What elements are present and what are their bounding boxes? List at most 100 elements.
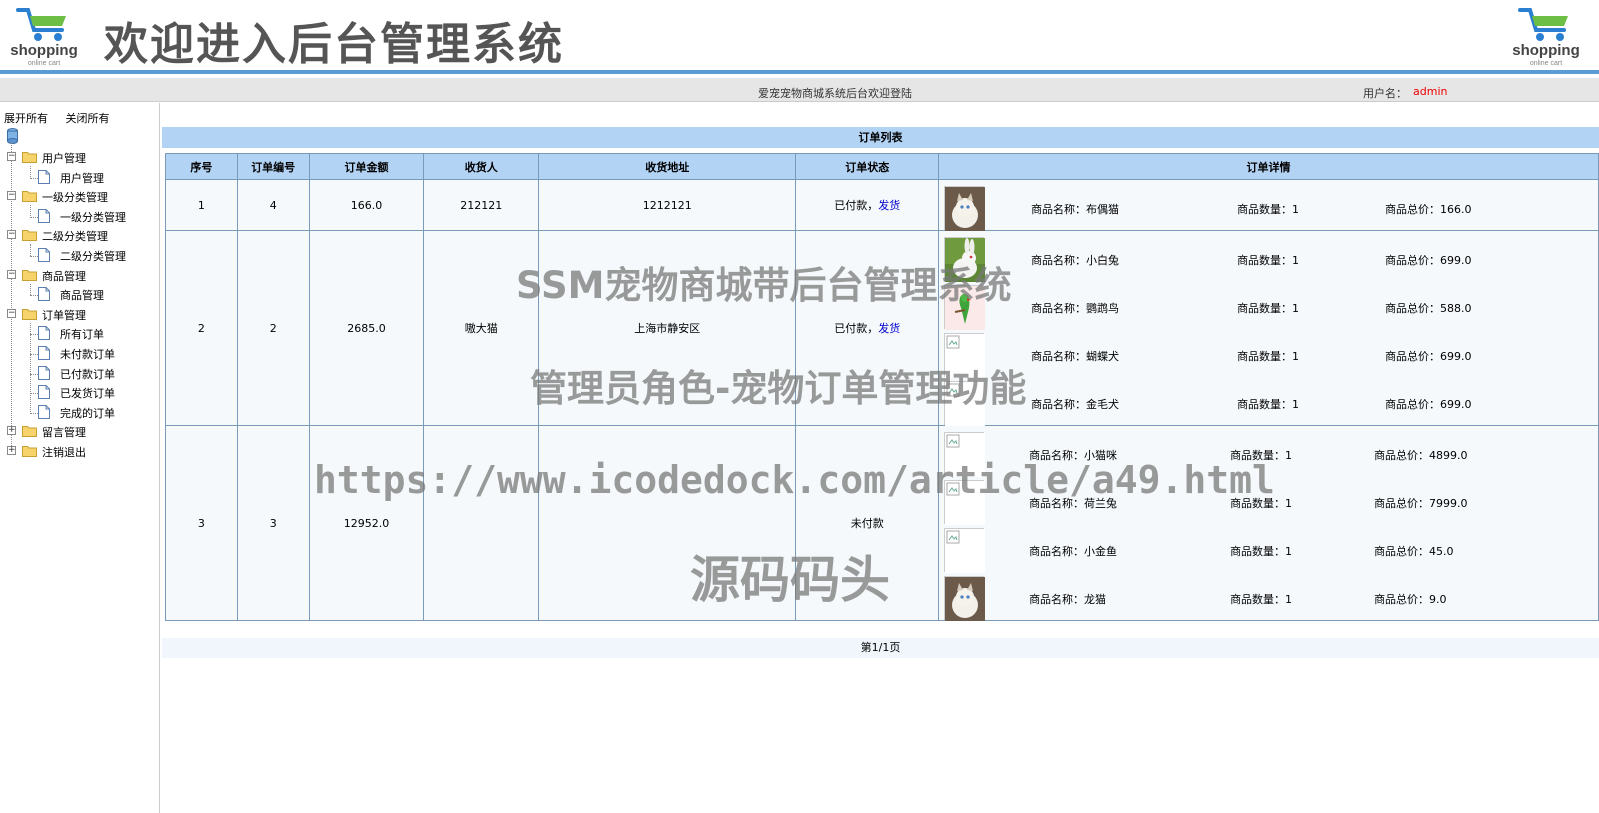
welcome-bar: 爱宠宠物商城系统后台欢迎登陆 用户名： admin [0,78,1599,102]
folder-icon [22,190,37,203]
tree-connector [30,216,38,218]
product-qty: 商品数量：1 [1237,301,1300,315]
sidebar-group-label: 订单管理 [42,308,86,322]
expand-toggle-icon[interactable]: + [7,446,16,455]
page-icon [38,346,50,360]
folder-icon [22,229,37,242]
sidebar-item-label: 已发货订单 [60,387,115,401]
product-qty: 商品数量：1 [1237,397,1300,411]
order-item: 商品名称：龙猫 商品数量：1 商品总价：9.0 [939,572,1598,621]
product-name: 商品名称：金毛犬 [1031,397,1120,411]
tree-connector [30,322,31,413]
tree-connector [30,295,38,297]
sidebar-item-label: 一级分类管理 [60,210,126,224]
sidebar-group-label: 二级分类管理 [42,230,108,244]
order-item: 商品名称：布偶猫 商品数量：1 商品总价：166.0 [939,182,1598,231]
status-cell: 已付款，发货 [795,179,940,231]
tree-connector [30,205,31,217]
folder-icon [22,425,37,438]
page-icon [38,404,50,419]
amount-cell: 12952.0 [308,425,425,621]
order-no-cell: 4 [236,179,310,231]
column-header: 收货地址 [538,153,797,180]
column-header: 订单金额 [308,153,425,180]
tree-connector [30,373,38,375]
collapse-toggle-icon[interactable]: − [7,152,16,161]
tree-connector [30,244,31,256]
amount-cell: 2685.0 [308,230,425,426]
product-total: 商品总价：699.0 [1385,253,1472,267]
product-thumbnail [944,575,986,621]
tree-connector [30,166,31,178]
product-name: 商品名称：龙猫 [1029,592,1107,606]
user-label: 用户名： [1363,87,1407,100]
address-cell: 1212121 [538,179,797,231]
table-header-row: 序号 订单编号 订单金额 收货人 收货地址 订单状态 订单详情 [165,153,1599,180]
welcome-text: 爱宠宠物商城系统后台欢迎登陆 [758,87,912,100]
product-total: 商品总价：588.0 [1385,301,1472,315]
page-icon [38,169,50,184]
product-qty: 商品数量：1 [1230,592,1293,606]
order-item: 商品名称：鹦鹉鸟 商品数量：1 商品总价：588.0 [939,281,1598,330]
sidebar-item-label: 用户管理 [60,171,104,185]
column-header: 序号 [165,153,238,180]
order-list-title: 订单列表 [162,127,1599,148]
order-item: 商品名称：小金鱼 商品数量：1 商品总价：45.0 [939,524,1598,573]
seq-cell: 2 [165,230,238,426]
product-thumbnail [944,185,986,231]
product-qty: 商品数量：1 [1237,349,1300,363]
tree-connector [30,354,38,355]
page-title: 欢迎进入后台管理系统 [104,19,564,70]
watermark-brand: 源码码头 [690,551,890,609]
folder-icon [22,269,37,281]
pagination: 第1/1页 [162,638,1599,658]
collapse-toggle-icon[interactable]: − [7,308,16,318]
table-row: 1 4 166.0 212121 1212121 已付款，发货 商品名称：布偶猫 商品数量：1… [165,179,1599,231]
sidebar-item-label: 二级分类管理 [60,250,126,263]
tree-connector [30,283,31,295]
sidebar-item-label: 已付款订单 [60,367,115,381]
order-item: 商品名称：蝴蝶犬 商品数量：1 商品总价：699.0 [939,329,1598,378]
folder-icon [22,151,37,163]
expand-toggle-icon[interactable]: + [7,426,16,436]
product-total: 商品总价：166.0 [1385,202,1472,216]
sidebar-group-label: 注销退出 [42,446,86,459]
detail-cell: 商品名称：小白兔 商品数量：1 商品总价：699.0 商品名称：鹦鹉鸟 商品数量：1 商品… [938,230,1599,426]
amount-cell: 166.0 [308,179,425,231]
order-item: 商品名称：金毛犬 商品数量：1 商品总价：699.0 [939,377,1598,426]
product-name: 商品名称：鹦鹉鸟 [1031,301,1120,315]
order-no-cell: 2 [236,230,310,426]
sidebar-group-label: 用户管理 [42,152,86,165]
tree-connector [11,142,12,450]
shopping-cart-logo-right: shopping online cart [1510,4,1582,68]
collapse-toggle-icon[interactable]: − [7,191,16,201]
order-item: 商品名称：小白兔 商品数量：1 商品总价：699.0 [939,233,1598,282]
sidebar-item-label: 未付款订单 [60,348,115,361]
product-total: 商品总价：9.0 [1374,592,1447,606]
collapse-all-link[interactable]: 关闭所有 [66,112,110,125]
user-name: admin [1413,85,1448,98]
page-icon [38,365,50,380]
sidebar-group-label: 一级分类管理 [42,191,108,205]
page-icon [38,287,50,302]
admin-page: shopping online cart 欢迎进入后台管理系统 shopping… [0,0,1599,813]
ship-link[interactable]: 发货 [878,322,900,335]
product-qty: 商品数量：1 [1230,544,1293,558]
status-text: 未付款 [850,517,884,530]
collapse-toggle-icon[interactable]: − [7,230,16,240]
header: shopping online cart 欢迎进入后台管理系统 shopping… [0,0,1599,74]
status-text: 已付款， [834,199,879,212]
collapse-toggle-icon[interactable]: − [7,269,16,279]
expand-all-link[interactable]: 展开所有 [4,112,48,125]
ship-link[interactable]: 发货 [878,199,900,212]
watermark-text: SSM宠物商城带后台管理系统 [516,264,1012,307]
watermark-text: 管理员角色-宠物订单管理功能 [530,367,1027,410]
sidebar-item-label: 完成的订单 [60,406,115,420]
status-text: 已付款， [834,322,879,335]
sidebar-group-label: 留言管理 [42,426,86,440]
sidebar-item-label: 所有订单 [60,328,104,342]
column-header: 订单详情 [938,153,1599,180]
product-qty: 商品数量：1 [1237,202,1300,216]
detail-cell: 商品名称：布偶猫 商品数量：1 商品总价：166.0 [938,179,1599,231]
tree-connector [30,177,38,179]
